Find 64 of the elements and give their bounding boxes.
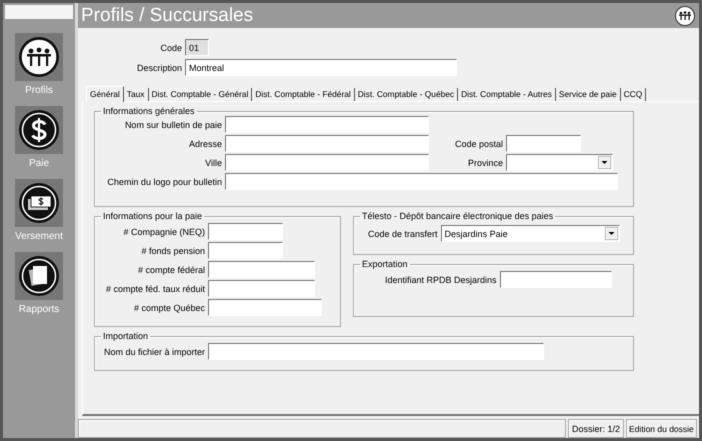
field-label: Nom du fichier à importer — [102, 346, 205, 356]
people-icon — [18, 36, 60, 78]
text-field[interactable] — [208, 299, 322, 316]
dropdown[interactable] — [506, 154, 613, 171]
code-field[interactable]: 01 — [185, 39, 209, 56]
sidebar-button[interactable] — [15, 252, 63, 300]
tab[interactable]: Général — [86, 86, 124, 102]
caret-icon — [604, 227, 618, 240]
sidebar-button[interactable] — [15, 106, 63, 154]
dropdown[interactable]: Desjardins Paie — [440, 225, 620, 242]
tab[interactable]: CCQ — [620, 88, 646, 101]
window-title: Profils / Succursales — [81, 4, 254, 26]
text-field[interactable] — [208, 223, 283, 240]
field-label: Description — [136, 62, 182, 72]
group-title: Informations pour la paie — [102, 211, 204, 221]
field-label: # compte féd. taux réduit — [106, 284, 205, 294]
text-field[interactable] — [506, 135, 581, 152]
caret-icon — [598, 156, 611, 169]
text-field[interactable] — [225, 116, 429, 133]
people-logo-icon — [675, 6, 695, 26]
field-label: Ville — [204, 158, 222, 168]
tab[interactable]: Dist. Comptable - Général — [148, 88, 252, 101]
banknotes-icon — [18, 182, 60, 224]
tab[interactable]: Taux — [124, 88, 148, 101]
documents-icon — [18, 255, 60, 297]
sidebar-label: Profils — [25, 85, 53, 96]
field-label: Province — [466, 158, 503, 168]
text-field[interactable] — [225, 173, 618, 190]
sidebar-label: Paie — [28, 158, 49, 169]
field-label: # Compagnie (NEQ) — [123, 226, 205, 236]
text-field[interactable] — [208, 261, 315, 278]
group-title: Télesto - Dépôt bancaire électronique des paies — [361, 211, 554, 221]
text-field[interactable] — [208, 343, 544, 360]
field-label: Nom sur bulletin de paie — [124, 120, 222, 130]
sidebar-button[interactable] — [15, 179, 63, 227]
description-field[interactable]: Montreal — [185, 59, 457, 76]
text-field[interactable] — [208, 280, 315, 297]
text-field[interactable] — [500, 271, 612, 288]
field-label: # fonds pension — [141, 246, 205, 256]
group-title: Informations générales — [102, 106, 196, 116]
status-text: Edition du dossie — [626, 419, 697, 438]
dollar-icon — [18, 109, 60, 151]
tab[interactable]: Dist. Comptable - Autres — [458, 88, 556, 101]
text-field[interactable] — [225, 135, 429, 152]
sidebar-button[interactable] — [15, 33, 63, 81]
field-label: # compte Québec — [134, 302, 205, 312]
field-label: Code postal — [454, 138, 503, 148]
field-label: Chemin du logo pour bulletin — [106, 176, 222, 186]
text-field[interactable] — [208, 242, 283, 259]
tab[interactable]: Service de paie — [556, 88, 621, 101]
field-label: Identifiant RPDB Desjardins — [385, 274, 497, 284]
tab[interactable]: Dist. Comptable - Québec — [354, 88, 458, 101]
group-title: Importation — [102, 331, 150, 341]
text-field[interactable] — [225, 154, 429, 171]
sidebar-label: Versement — [15, 231, 63, 242]
field-label: Code de transfert — [368, 228, 438, 238]
field-label: Code — [160, 42, 182, 52]
field-label: # compte fédéral — [138, 264, 205, 274]
status-text: Dossier: 1/2 — [568, 419, 624, 438]
blank-panel — [5, 5, 73, 19]
group-title: Exportation — [361, 259, 409, 269]
field-label: Adresse — [188, 138, 222, 148]
tab[interactable]: Dist. Comptable - Fédéral — [252, 88, 355, 101]
sidebar-label: Rapports — [18, 304, 60, 315]
